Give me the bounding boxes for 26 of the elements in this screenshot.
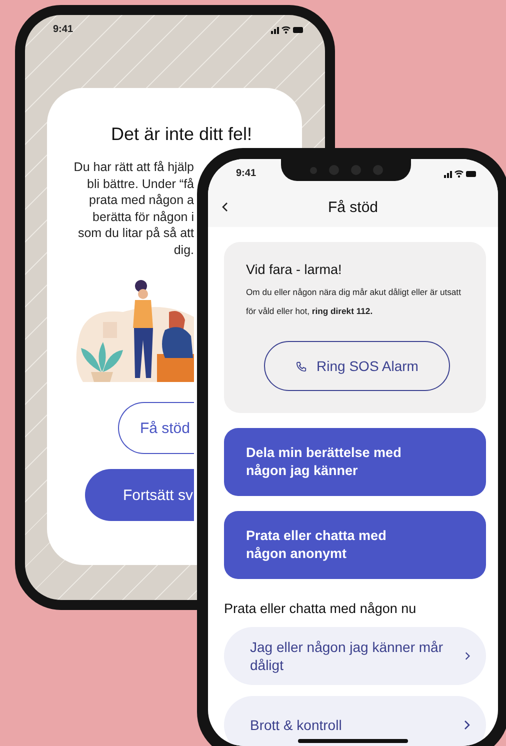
body-text-line: berätta för någon i: [92, 208, 194, 225]
continue-button[interactable]: Fortsätt sv: [85, 469, 194, 521]
body-text-line: bli bättre. Under “få: [87, 176, 194, 192]
body-text-line: Du har rätt att få hjälp: [74, 159, 194, 176]
back-icon[interactable]: [222, 202, 228, 212]
status-time: 9:41: [53, 24, 74, 34]
chevron-icon: [464, 720, 470, 730]
status-icons: [444, 168, 476, 178]
phone-icon: [296, 360, 307, 372]
action-button[interactable]: Prata eller chatta med någon anonymt: [224, 511, 486, 579]
section-title: Prata eller chatta med någon nu: [224, 601, 418, 616]
status-time: 9:41: [236, 168, 256, 178]
list-item[interactable]: Jag eller någon jag känner mår dåligt: [224, 627, 486, 685]
status-icons: [271, 24, 303, 34]
list-item[interactable]: Brott & kontroll: [224, 696, 486, 746]
support-button[interactable]: Få stöd: [118, 402, 194, 454]
body-text-line: som du litar på så att: [78, 225, 194, 242]
alert-text: Om du eller någon nära dig mår akut dåligt eller är utsatt för våld eller hot, ring direkt 112.: [246, 286, 462, 318]
alert-title: Vid fara - larma!: [246, 262, 343, 277]
screen-title: Få stöd: [328, 198, 378, 216]
body-text-line: dig.: [174, 242, 194, 258]
chevron-icon: [464, 651, 470, 661]
action-button[interactable]: Dela min berättelse med någon jag känner: [224, 428, 486, 496]
screen-title: Det är inte ditt fel!: [110, 124, 254, 145]
body-text-line: prata med någon a: [89, 192, 194, 208]
call-button[interactable]: Ring SOS Alarm: [264, 341, 450, 391]
